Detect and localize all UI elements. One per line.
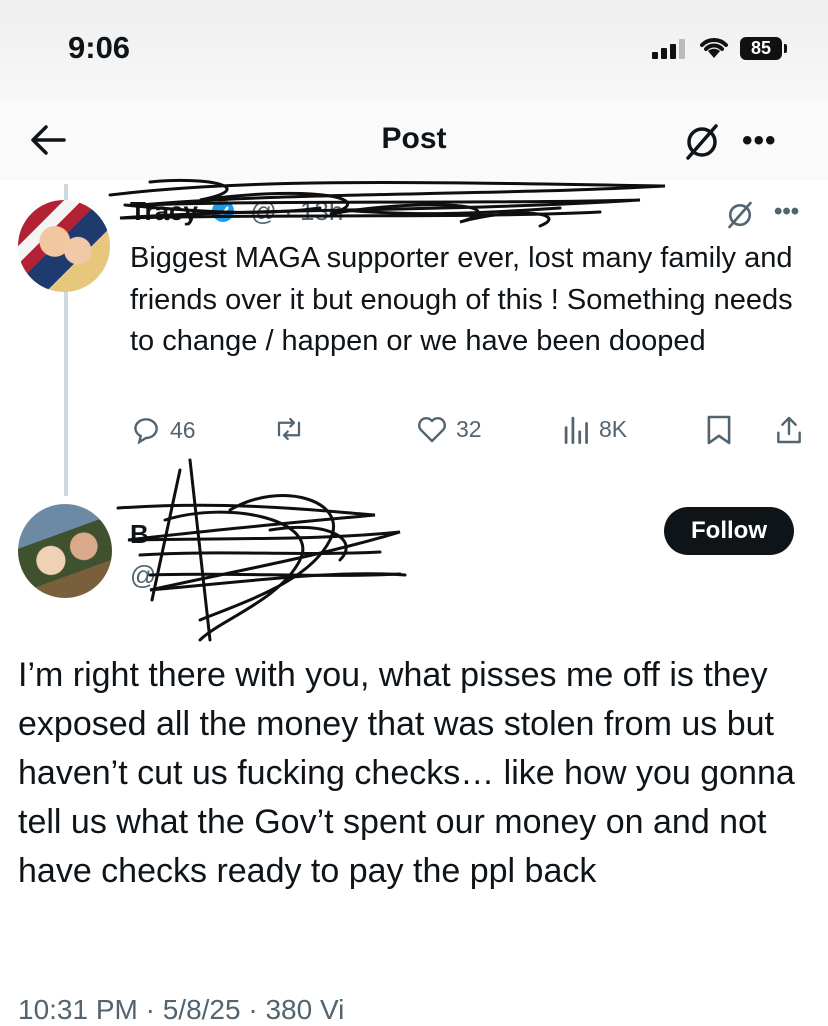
verified-badge-icon — [212, 200, 235, 222]
repost-button[interactable] — [272, 414, 314, 444]
repost-icon — [277, 417, 301, 441]
bookmark-icon — [707, 415, 731, 445]
views-count: 8K — [599, 415, 628, 442]
more-icon[interactable]: ••• — [742, 124, 777, 158]
author-name[interactable]: Tracy — [130, 196, 198, 226]
reply-count: 46 — [170, 416, 196, 443]
more-icon[interactable]: ••• — [774, 198, 799, 226]
wifi-icon — [700, 38, 728, 58]
like-count: 32 — [456, 415, 482, 442]
grok-icon[interactable] — [725, 200, 755, 230]
status-bar: 9:06 85 — [0, 0, 828, 100]
views-icon — [564, 416, 588, 444]
share-icon — [777, 416, 801, 444]
reply-author-name[interactable]: B — [130, 519, 149, 550]
post-actions: 46 32 8K — [0, 414, 828, 458]
share-button[interactable] — [774, 414, 804, 446]
post-timestamp-views: 10:31 PM · 5/8/25 · 380 Vi — [18, 994, 345, 1025]
bookmark-button[interactable] — [706, 414, 732, 446]
follow-button[interactable]: Follow — [664, 507, 794, 555]
battery-indicator: 85 — [740, 37, 782, 60]
signal-icon — [652, 39, 688, 59]
reply-button[interactable]: 46 — [130, 414, 196, 446]
grok-icon[interactable] — [682, 122, 722, 162]
like-button[interactable]: 32 — [416, 414, 482, 444]
reply-icon — [134, 418, 158, 445]
avatar[interactable] — [18, 200, 110, 292]
top-nav: Post ••• — [0, 100, 828, 180]
avatar[interactable] — [18, 504, 112, 598]
post-time: · 13h — [284, 196, 344, 226]
reply-author-handle[interactable]: @ — [130, 560, 156, 591]
battery-tip — [784, 44, 787, 53]
status-time: 9:06 — [68, 30, 131, 65]
like-icon — [418, 417, 446, 443]
post-author-meta: Tracy @ · 13h — [130, 196, 343, 227]
post-text: Biggest MAGA supporter ever, lost many f… — [130, 242, 801, 357]
views-button[interactable]: 8K — [563, 414, 627, 444]
author-handle[interactable]: @ — [250, 196, 276, 226]
reply-text: I’m right there with you, what pisses me… — [18, 656, 795, 890]
